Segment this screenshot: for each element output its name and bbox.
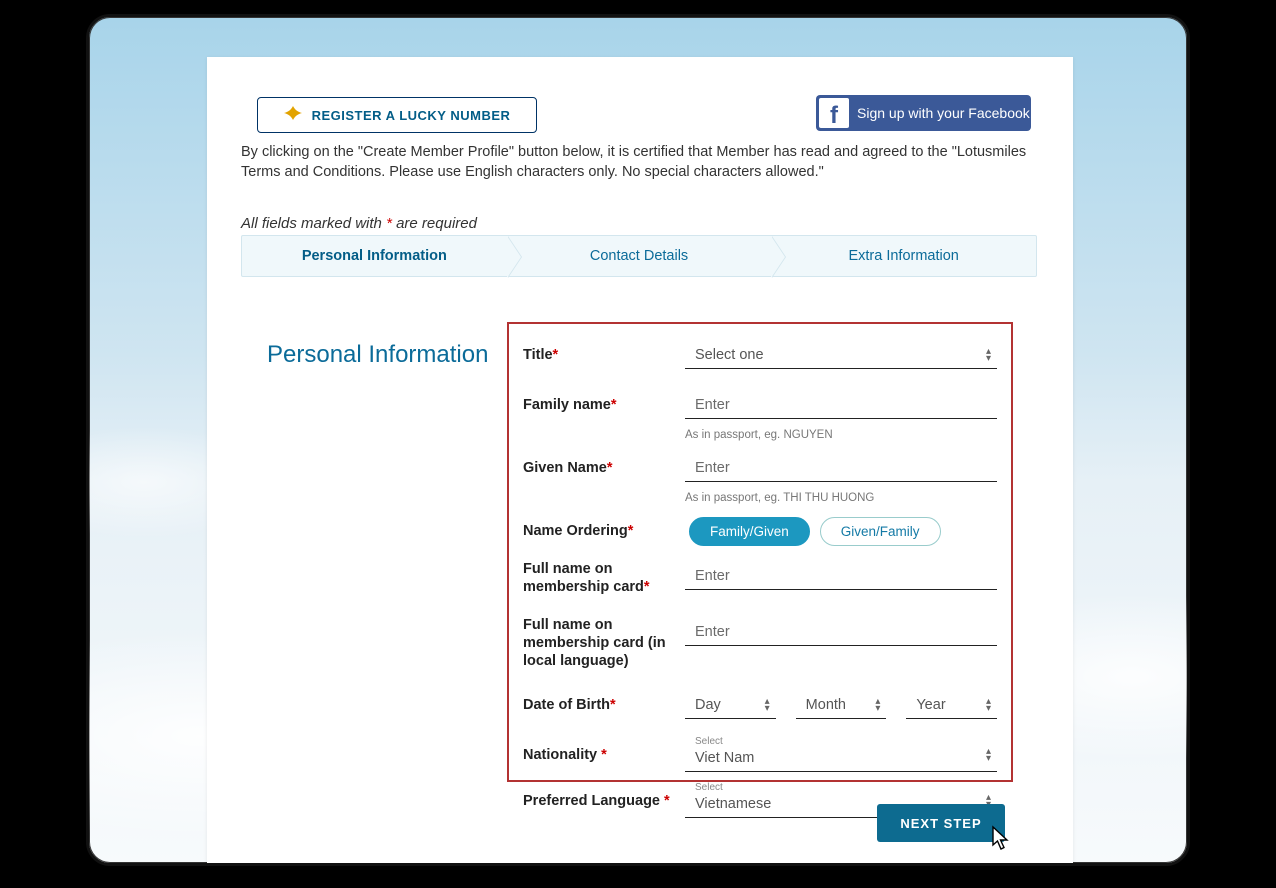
family-name-label: Family name* (523, 397, 685, 413)
lotus-icon (284, 106, 302, 124)
full-name-card-local-input[interactable] (685, 618, 997, 646)
full-name-card-input[interactable] (685, 562, 997, 590)
dob-month-select[interactable] (796, 691, 887, 719)
name-ordering-given-family[interactable]: Given/Family (820, 517, 941, 546)
nationality-label: Nationality * (523, 747, 685, 763)
dob-day-select[interactable] (685, 691, 776, 719)
given-name-hint: As in passport, eg. THI THU HUONG (685, 492, 997, 504)
step-personal-information[interactable]: Personal Information (242, 236, 507, 276)
nationality-select[interactable] (685, 738, 997, 772)
family-name-hint: As in passport, eg. NGUYEN (685, 429, 997, 441)
form-inner: Title* ▴▾ Family name* As in passport, e… (509, 324, 1011, 780)
top-row: REGISTER A LUCKY NUMBER f Sign up with y… (207, 57, 1073, 129)
name-ordering-label: Name Ordering* (523, 523, 685, 539)
stepper: Personal Information Contact Details Ext… (241, 235, 1037, 277)
next-step-button[interactable]: NEXT STEP (877, 804, 1005, 842)
step-contact-details[interactable]: Contact Details (507, 236, 772, 276)
family-name-input[interactable] (685, 391, 997, 419)
dob-label: Date of Birth* (523, 697, 685, 713)
step-extra-information[interactable]: Extra Information (771, 236, 1036, 276)
title-label: Title* (523, 347, 685, 363)
lucky-number-label: REGISTER A LUCKY NUMBER (312, 108, 511, 123)
required-note: All fields marked with * are required (241, 215, 477, 232)
facebook-signup-button[interactable]: f Sign up with your Facebook (816, 95, 1031, 131)
device-frame: REGISTER A LUCKY NUMBER f Sign up with y… (86, 14, 1190, 866)
given-name-label: Given Name* (523, 460, 685, 476)
dob-year-select[interactable] (906, 691, 997, 719)
full-name-card-label: Full name on membership card* (523, 560, 685, 596)
full-name-card-local-label: Full name on membership card (in local l… (523, 616, 685, 670)
content-card: REGISTER A LUCKY NUMBER f Sign up with y… (207, 57, 1073, 866)
facebook-label: Sign up with your Facebook (857, 105, 1030, 121)
terms-text: By clicking on the "Create Member Profil… (241, 143, 1039, 182)
language-tiny-label: Select (695, 782, 723, 793)
register-lucky-number-button[interactable]: REGISTER A LUCKY NUMBER (257, 97, 537, 133)
name-ordering-family-given[interactable]: Family/Given (689, 517, 810, 546)
facebook-icon: f (819, 98, 849, 128)
form-highlight-box: Title* ▴▾ Family name* As in passport, e… (507, 322, 1013, 782)
nationality-tiny-label: Select (695, 736, 723, 747)
given-name-input[interactable] (685, 454, 997, 482)
language-label: Preferred Language * (523, 793, 685, 809)
section-title: Personal Information (267, 341, 488, 369)
title-select[interactable] (685, 341, 997, 369)
